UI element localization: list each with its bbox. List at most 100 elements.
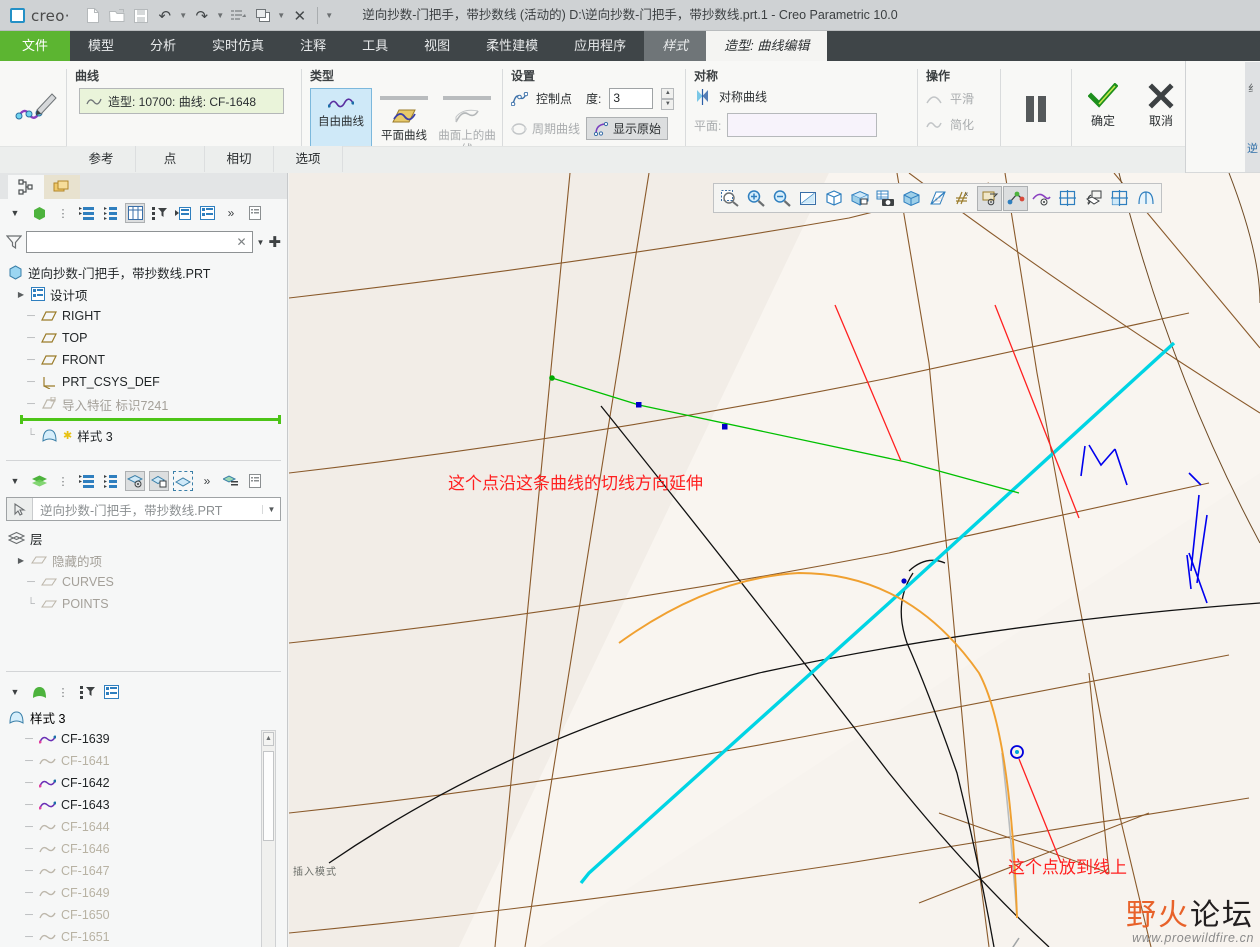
layer-settings-icon[interactable] [245,471,265,491]
graphics-toolbar[interactable]: x [713,183,1162,213]
model-tree-toolbar[interactable]: ▼ ⋮ » [0,199,287,227]
style-tree-toolbar[interactable]: ▼ ⋮ [0,678,287,706]
layer-isolate-icon[interactable] [149,471,169,491]
subtab-options[interactable]: 选项 [274,146,343,172]
tree-item-csys[interactable]: ─ PRT_CSYS_DEF [8,371,287,393]
layer-item-hidden[interactable]: ▶ 隐藏的项 [8,549,287,571]
quick-access-toolbar[interactable]: creo· ↶ ▼ ↷ ▼ ▼ ✕ ▼ [6,0,335,31]
control-point-3[interactable] [901,578,907,584]
layer-expand-all-icon[interactable] [77,471,97,491]
tree-item-front[interactable]: ─ FRONT [8,349,287,371]
layer-props-icon[interactable] [221,471,241,491]
tree-collapse-caret-icon[interactable]: ▼ [5,203,25,223]
grid-display-icon[interactable] [1107,186,1132,211]
tree-search-dropdown-icon[interactable]: ▼ [257,238,265,247]
regenerate-icon[interactable] [228,5,250,27]
style-curve-list[interactable]: 样式 3 ─ CF-1639 ─ CF-1641 ─ CF-1642 ─ CF-… [0,706,287,947]
style-filter-icon[interactable] [77,682,97,702]
scrollbar-thumb[interactable] [263,751,274,841]
model-tree-tab[interactable] [8,175,44,199]
tree-display-settings-icon[interactable] [173,203,193,223]
model-geometry[interactable] [289,173,1260,947]
tree-more-icon[interactable]: » [221,203,241,223]
show-original-button[interactable]: 显示原始 [586,117,669,140]
curve-item-3[interactable]: ─ CF-1643 [8,794,287,816]
snapshot-icon[interactable] [873,186,898,211]
curve-item-4[interactable]: ─ CF-1644 [8,816,287,838]
layer-visibility-icon[interactable] [125,471,145,491]
tree-item-design-items[interactable]: ▶ 设计项 [8,283,287,305]
curve-item-2[interactable]: ─ CF-1642 [8,772,287,794]
tree-expand-all-icon[interactable] [77,203,97,223]
open-file-icon[interactable] [106,5,128,27]
tab-model[interactable]: 模型 [70,31,132,61]
tree-columns-icon[interactable] [125,203,145,223]
view-manager-icon[interactable] [847,186,872,211]
new-file-icon[interactable] [82,5,104,27]
dashboard-subtabs[interactable]: 参考 点 相切 选项 [67,146,343,172]
curve-item-7[interactable]: ─ CF-1649 [8,882,287,904]
tree-collapse-all-icon[interactable] [101,203,121,223]
tree-layer-view-icon[interactable] [197,203,217,223]
refit-icon[interactable] [795,186,820,211]
degree-spinner[interactable]: ▲ ▼ [661,88,675,110]
layer-item-curves[interactable]: ─ CURVES [8,571,287,593]
layer-model-selector[interactable]: 逆向抄数-门把手，带抄数线.PRT ▼ [6,497,281,521]
style-surface-icon[interactable] [29,682,49,702]
subtab-points[interactable]: 点 [136,146,205,172]
curve-item-8[interactable]: ─ CF-1650 [8,904,287,926]
csys-display-icon[interactable] [1055,186,1080,211]
saved-views-icon[interactable] [821,186,846,211]
tree-settings-icon[interactable] [245,203,265,223]
model-tree[interactable]: 逆向抄数-门把手，带抄数线.PRT ▶ 设计项 ─ RIGHT ─ TOP ─ … [0,259,287,446]
layers-stack-icon[interactable] [29,471,49,491]
ok-button[interactable]: 确定 [1082,83,1124,129]
layer-overflow-icon[interactable]: ⋮ [53,471,73,491]
tree-search-clear-icon[interactable]: ✕ [236,235,246,249]
tab-style[interactable]: 样式 [644,31,707,61]
tab-live-sim[interactable]: 实时仿真 [194,31,282,61]
tab-annotate[interactable]: 注释 [282,31,344,61]
expand-arrow-icon[interactable]: ▶ [16,556,26,565]
curve-item-0[interactable]: ─ CF-1639 [8,728,287,750]
tree-filter-icon[interactable] [149,203,169,223]
layer-selector-dropdown-icon[interactable]: ▼ [262,504,280,514]
layer-tree[interactable]: 层 ▶ 隐藏的项 ─ CURVES └ POINTS [0,525,287,615]
curve-item-5[interactable]: ─ CF-1646 [8,838,287,860]
layer-tree-root[interactable]: 层 [8,527,287,549]
tree-item-style[interactable]: └ ✱ 样式 3 [8,424,287,446]
pause-button[interactable] [1001,61,1071,157]
right-edge-panel[interactable]: 纟 逆 [1245,62,1260,172]
tab-tools[interactable]: 工具 [344,31,406,61]
layer-more-icon[interactable]: » [197,471,217,491]
tree-filter-row[interactable]: ✕ ▼ ✚ [0,227,287,259]
style-overflow-icon[interactable]: ⋮ [53,682,73,702]
style-root[interactable]: 样式 3 [8,706,287,728]
window-switch-icon[interactable] [252,5,274,27]
subtab-references[interactable]: 参考 [67,146,136,172]
tree-item-top[interactable]: ─ TOP [8,327,287,349]
expand-arrow-icon[interactable]: ▶ [16,290,26,299]
perspective-icon[interactable] [925,186,950,211]
window-dropdown-icon[interactable]: ▼ [276,11,287,20]
curve-item-1[interactable]: ─ CF-1641 [8,750,287,772]
curve-list-scrollbar[interactable]: ▲ [261,730,276,947]
control-point-start[interactable] [549,375,555,381]
undo-dropdown-icon[interactable]: ▼ [178,11,189,20]
tab-curve-edit[interactable]: 造型: 曲线编辑 [706,31,828,61]
tab-flexible-modeling[interactable]: 柔性建模 [468,31,556,61]
axis-display-icon[interactable] [1003,185,1028,211]
tree-search-input[interactable]: ✕ [26,231,253,253]
style-collapse-caret-icon[interactable]: ▼ [5,682,25,702]
customize-qat-icon[interactable]: ▼ [324,11,335,20]
tab-view[interactable]: 视图 [406,31,468,61]
layer-item-points[interactable]: └ POINTS [8,593,287,615]
zoom-out-icon[interactable] [769,186,794,211]
cancel-button[interactable]: 取消 [1140,83,1182,129]
right-edge-link-icon[interactable]: 逆 [1247,140,1258,156]
redo-icon[interactable]: ↷ [191,5,213,27]
tree-item-import-feature[interactable]: ─ 导入特征 标识7241 [8,393,287,415]
ribbon-tab-strip[interactable]: 文件 模型 分析 实时仿真 注释 工具 视图 柔性建模 应用程序 样式 造型: … [0,31,1260,61]
selected-curve-field[interactable]: 造型: 10700: 曲线: CF-1648 [79,88,284,114]
zoom-in-icon[interactable] [743,186,768,211]
